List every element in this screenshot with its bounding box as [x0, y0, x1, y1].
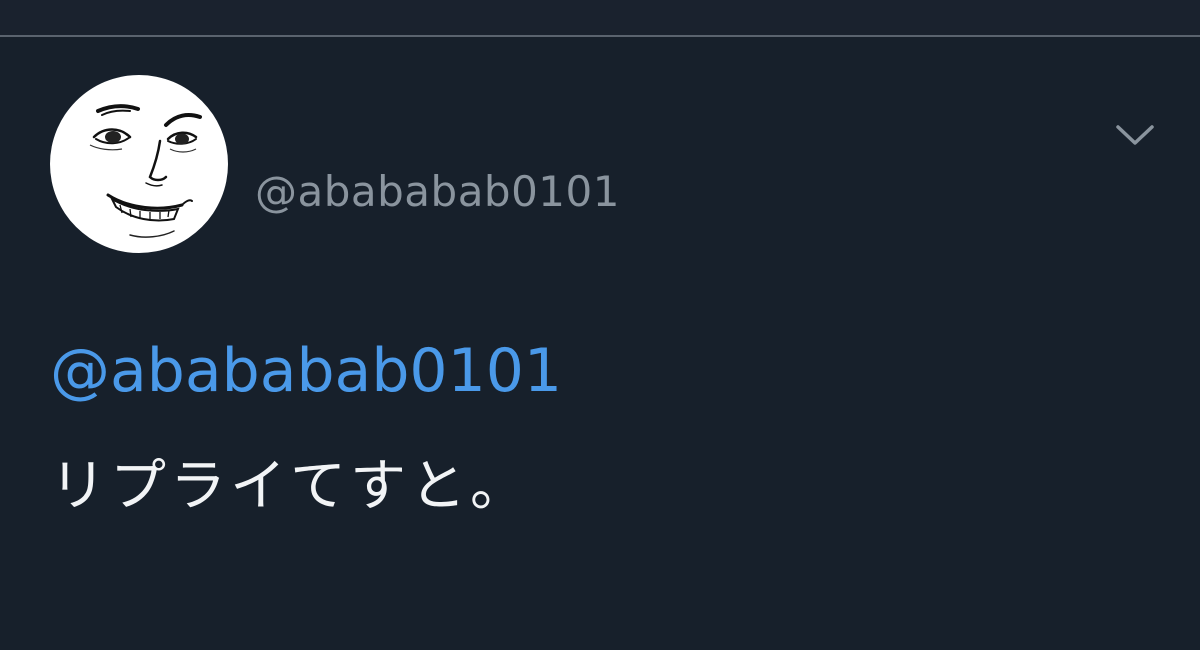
user-handle[interactable]: @abababab0101	[255, 167, 620, 217]
tweet-body: @abababab0101 リプライてすと。	[50, 333, 1150, 525]
tweet-text: リプライてすと。	[50, 454, 530, 519]
previous-content-edge	[0, 0, 1200, 35]
mention-link[interactable]: @abababab0101	[50, 333, 1150, 409]
tweet-menu-button[interactable]	[1110, 117, 1160, 157]
tweet-screen: @abababab0101 @abababab0101 リプライてすと。	[0, 0, 1200, 650]
tweet-card[interactable]: @abababab0101 @abababab0101 リプライてすと。	[0, 37, 1200, 650]
avatar[interactable]	[50, 75, 228, 253]
smug-face-avatar-icon	[89, 104, 202, 238]
chevron-down-icon	[1116, 125, 1154, 145]
